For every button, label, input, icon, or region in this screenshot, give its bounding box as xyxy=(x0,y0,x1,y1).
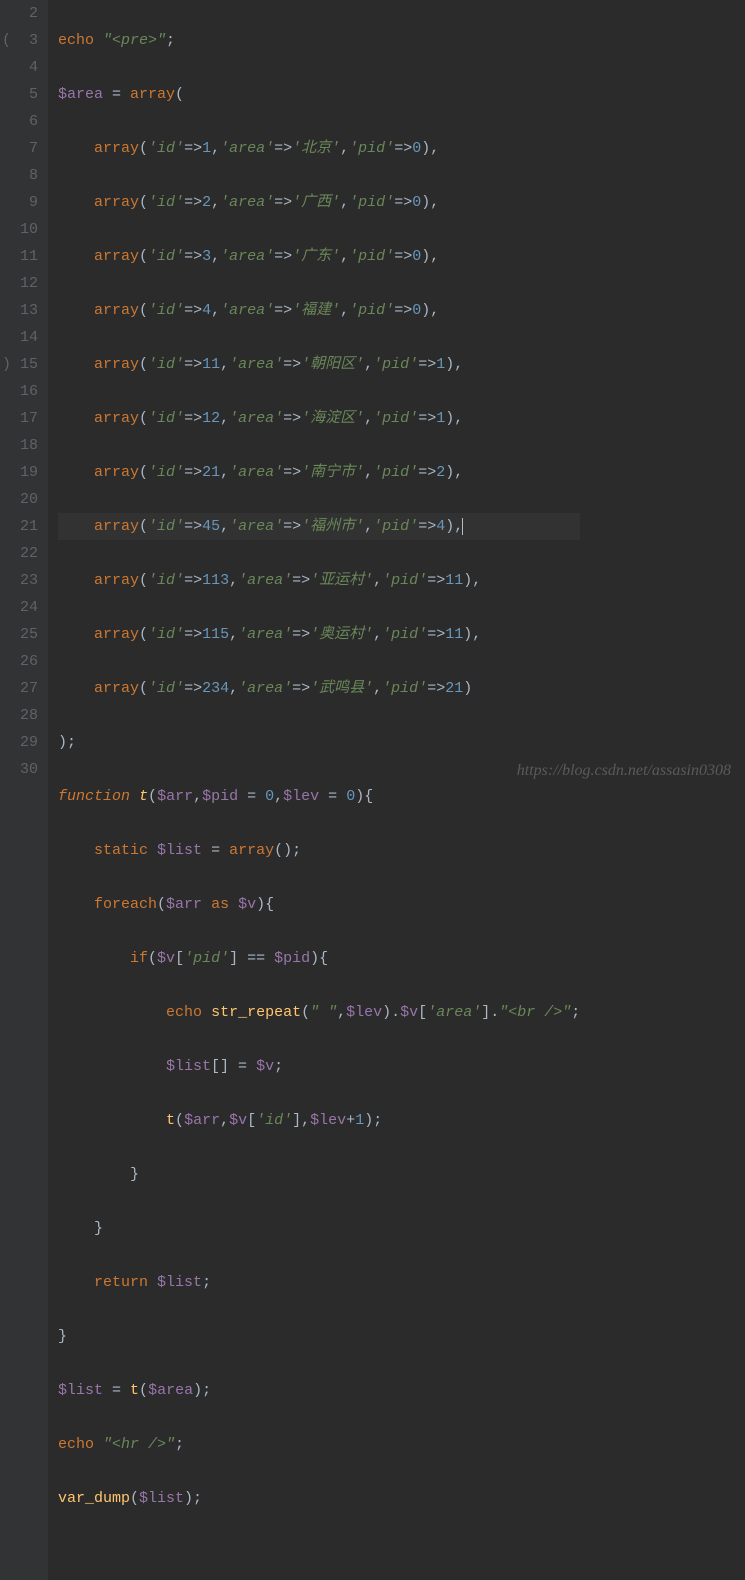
line-number-gutter: 2 (3 4 5 6 7 8 9 10 11 12 13 14 )15 16 1… xyxy=(0,0,48,1580)
code-editor[interactable]: 2 (3 4 5 6 7 8 9 10 11 12 13 14 )15 16 1… xyxy=(0,0,745,1580)
line-num: 27 xyxy=(0,675,38,702)
code-line: function t($arr,$pid = 0,$lev = 0){ xyxy=(58,783,580,810)
code-line: } xyxy=(58,1323,580,1350)
line-num: 16 xyxy=(0,378,38,405)
line-num: 19 xyxy=(0,459,38,486)
line-num: 11 xyxy=(0,243,38,270)
code-line: $list[] = $v; xyxy=(58,1053,580,1080)
line-num: 12 xyxy=(0,270,38,297)
code-line: array('id'=>45,'area'=>'福州市','pid'=>4), xyxy=(58,513,580,540)
line-num: 7 xyxy=(0,135,38,162)
code-line: array('id'=>12,'area'=>'海淀区','pid'=>1), xyxy=(58,405,580,432)
code-line: echo "<pre>"; xyxy=(58,27,580,54)
code-line: array('id'=>2,'area'=>'广西','pid'=>0), xyxy=(58,189,580,216)
code-line: $list = t($area); xyxy=(58,1377,580,1404)
code-line: array('id'=>113,'area'=>'亚运村','pid'=>11)… xyxy=(58,567,580,594)
line-num: )15 xyxy=(0,351,38,378)
line-num: 23 xyxy=(0,567,38,594)
code-line: echo "<hr />"; xyxy=(58,1431,580,1458)
line-num: 28 xyxy=(0,702,38,729)
code-line: array('id'=>234,'area'=>'武鸣县','pid'=>21) xyxy=(58,675,580,702)
line-num: 17 xyxy=(0,405,38,432)
line-num: 9 xyxy=(0,189,38,216)
line-num: 13 xyxy=(0,297,38,324)
code-line: array('id'=>21,'area'=>'南宁市','pid'=>2), xyxy=(58,459,580,486)
line-num: 5 xyxy=(0,81,38,108)
line-num: 18 xyxy=(0,432,38,459)
code-line: $area = array( xyxy=(58,81,580,108)
line-num: 14 xyxy=(0,324,38,351)
line-num: 4 xyxy=(0,54,38,81)
code-line: array('id'=>3,'area'=>'广东','pid'=>0), xyxy=(58,243,580,270)
code-line: array('id'=>1,'area'=>'北京','pid'=>0), xyxy=(58,135,580,162)
code-line: } xyxy=(58,1161,580,1188)
line-num: 10 xyxy=(0,216,38,243)
code-line: array('id'=>11,'area'=>'朝阳区','pid'=>1), xyxy=(58,351,580,378)
line-num: 25 xyxy=(0,621,38,648)
line-num: 2 xyxy=(0,0,38,27)
line-num: 6 xyxy=(0,108,38,135)
line-num: 20 xyxy=(0,486,38,513)
line-num: 22 xyxy=(0,540,38,567)
line-num: (3 xyxy=(0,27,38,54)
line-num: 8 xyxy=(0,162,38,189)
code-content[interactable]: echo "<pre>"; $area = array( array('id'=… xyxy=(48,0,580,1580)
code-line: static $list = array(); xyxy=(58,837,580,864)
code-line: if($v['pid'] == $pid){ xyxy=(58,945,580,972)
line-num: 21 xyxy=(0,513,38,540)
code-line: echo str_repeat(" ",$lev).$v['area']."<b… xyxy=(58,999,580,1026)
code-line xyxy=(58,1539,580,1566)
code-line: foreach($arr as $v){ xyxy=(58,891,580,918)
text-cursor xyxy=(462,518,463,535)
line-num: 24 xyxy=(0,594,38,621)
line-num: 26 xyxy=(0,648,38,675)
code-line: array('id'=>4,'area'=>'福建','pid'=>0), xyxy=(58,297,580,324)
line-num: 30 xyxy=(0,756,38,783)
code-line: t($arr,$v['id'],$lev+1); xyxy=(58,1107,580,1134)
code-line: array('id'=>115,'area'=>'奥运村','pid'=>11)… xyxy=(58,621,580,648)
code-line: var_dump($list); xyxy=(58,1485,580,1512)
code-line: return $list; xyxy=(58,1269,580,1296)
code-line: ); xyxy=(58,729,580,756)
line-num: 29 xyxy=(0,729,38,756)
watermark-text: https://blog.csdn.net/assasin0308 xyxy=(517,757,731,784)
code-line: } xyxy=(58,1215,580,1242)
